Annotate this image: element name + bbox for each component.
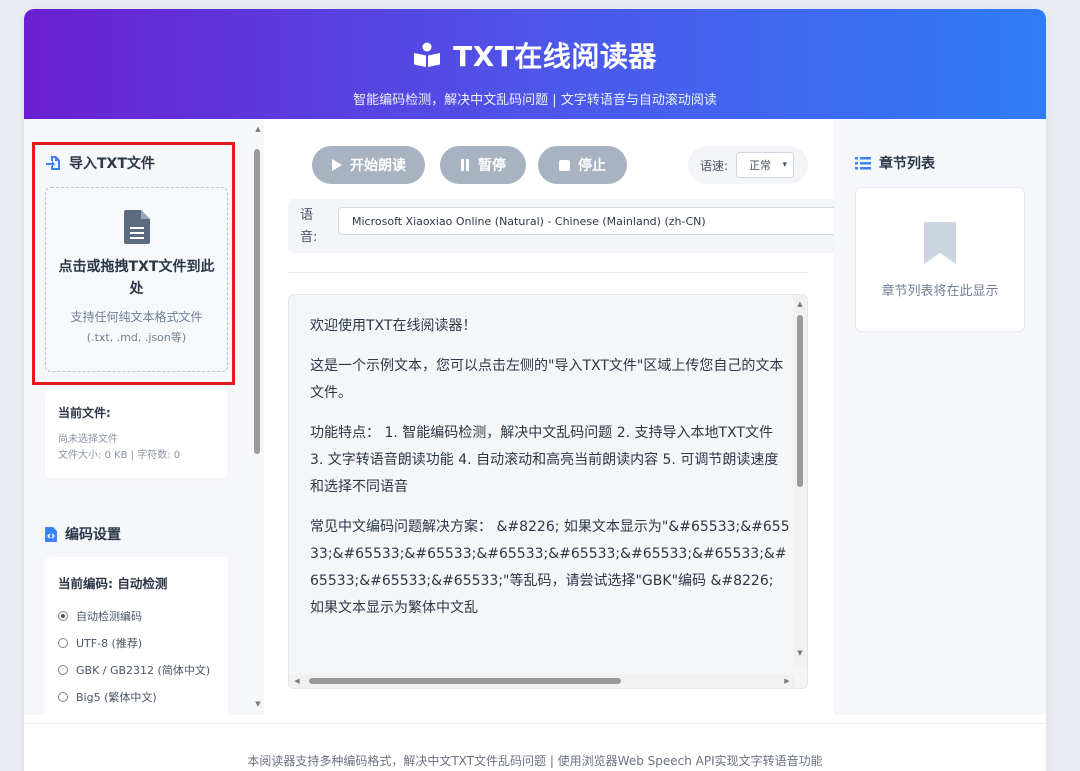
scroll-up-arrow-icon[interactable]: ▲ <box>794 298 806 310</box>
scroll-down-arrow-icon[interactable]: ▼ <box>794 647 806 659</box>
text-horizontal-scrollbar[interactable]: ◀ ▶ <box>289 674 795 688</box>
voice-label: 语音: <box>300 208 318 245</box>
speed-label: 语速: <box>700 158 729 173</box>
dropzone-hint: 支持任何纯文本格式文件 <box>70 310 203 324</box>
scroll-up-arrow-icon[interactable]: ▲ <box>252 123 264 135</box>
content-area: 导入TXT文件 点击或拖拽TXT文件到此处 支持任何纯文本格式文件 (.txt,… <box>24 119 1046 715</box>
book-reader-icon <box>414 42 441 67</box>
pause-icon <box>461 159 469 171</box>
stop-icon <box>559 159 570 171</box>
main-reader-area: 开始朗读 暂停 停止 语速: 正常 ▾ 语音: Microsoft Xiaoxi… <box>264 119 838 715</box>
scroll-left-arrow-icon[interactable]: ◀ <box>291 675 303 687</box>
current-file-info: 尚未选择文件 文件大小: 0 KB | 字符数: 0 <box>58 432 215 464</box>
sidebar-scrollbar[interactable]: ▲ ▼ <box>252 119 264 715</box>
speed-value: 正常 <box>749 159 772 172</box>
text-content: 欢迎使用TXT在线阅读器！ 这是一个示例文本，您可以点击左侧的"导入TXT文件"… <box>310 313 790 635</box>
list-icon <box>855 156 871 169</box>
scroll-down-arrow-icon[interactable]: ▼ <box>252 698 264 710</box>
import-section-title: 导入TXT文件 <box>45 153 155 173</box>
encoding-option-gbk[interactable]: GBK / GB2312 (简体中文) <box>58 656 215 683</box>
stop-button-label: 停止 <box>578 157 606 173</box>
text-display-panel: 欢迎使用TXT在线阅读器！ 这是一个示例文本，您可以点击左侧的"导入TXT文件"… <box>288 294 808 689</box>
page-subtitle: 智能编码检测，解决中文乱码问题 | 文字转语音与自动滚动阅读 <box>353 93 717 108</box>
text-vertical-scrollbar[interactable]: ▲ ▼ <box>793 295 807 665</box>
bookmark-icon <box>856 222 1024 268</box>
radio-button[interactable] <box>58 664 68 675</box>
chapter-list-card: 章节列表将在此显示 <box>855 187 1025 332</box>
encoding-option-label: GBK / GB2312 (简体中文) <box>76 663 211 677</box>
pause-button-label: 暂停 <box>478 157 506 173</box>
radio-button[interactable] <box>58 610 68 621</box>
sidebar-scroll-thumb[interactable] <box>254 149 260 454</box>
dropzone-formats: (.txt, .md, .json等) <box>86 331 187 344</box>
text-paragraph: 这是一个示例文本，您可以点击左侧的"导入TXT文件"区域上传您自己的文本文件。 <box>310 358 784 401</box>
chapter-empty-text: 章节列表将在此显示 <box>881 284 999 299</box>
chapter-sidebar: 章节列表 章节列表将在此显示 <box>834 119 1046 715</box>
text-vscroll-thumb[interactable] <box>797 315 803 487</box>
speed-control: 语速: 正常 ▾ <box>688 146 808 184</box>
file-stats: 文件大小: 0 KB | 字符数: 0 <box>58 450 181 461</box>
file-import-icon <box>46 156 60 170</box>
scroll-right-arrow-icon[interactable]: ▶ <box>781 675 793 687</box>
speed-select[interactable]: 正常 ▾ <box>736 152 795 178</box>
file-code-icon <box>45 526 57 542</box>
radio-button[interactable] <box>58 637 68 648</box>
footer-text: 本阅读器支持多种编码格式，解决中文TXT文件乱码问题 | 使用浏览器Web Sp… <box>247 754 823 768</box>
current-file-value: 尚未选择文件 <box>58 434 118 445</box>
radio-button[interactable] <box>58 691 68 702</box>
left-sidebar: 导入TXT文件 点击或拖拽TXT文件到此处 支持任何纯文本格式文件 (.txt,… <box>24 119 264 715</box>
app-window: TXT在线阅读器 智能编码检测，解决中文乱码问题 | 文字转语音与自动滚动阅读 … <box>24 9 1046 771</box>
pause-button[interactable]: 暂停 <box>440 146 526 184</box>
text-paragraph: 欢迎使用TXT在线阅读器！ <box>310 318 477 334</box>
current-file-label: 当前文件: <box>58 406 111 420</box>
encoding-section-title: 编码设置 <box>45 524 121 544</box>
encoding-option-label: UTF-8 (推荐) <box>76 636 143 650</box>
current-file-card: 当前文件: 尚未选择文件 文件大小: 0 KB | 字符数: 0 <box>45 389 228 478</box>
current-encoding-label: 当前编码: 自动检测 <box>58 576 168 591</box>
title-row: TXT在线阅读器 <box>24 9 1046 75</box>
header: TXT在线阅读器 智能编码检测，解决中文乱码问题 | 文字转语音与自动滚动阅读 <box>24 9 1046 119</box>
voice-value: Microsoft Xiaoxiao Online (Natural) - Ch… <box>352 214 706 228</box>
file-dropzone[interactable]: 点击或拖拽TXT文件到此处 支持任何纯文本格式文件 (.txt, .md, .j… <box>45 187 228 372</box>
encoding-option-label: 自动检测编码 <box>76 609 142 623</box>
encoding-option-label: Big5 (繁体中文) <box>76 690 157 704</box>
footer: 本阅读器支持多种编码格式，解决中文TXT文件乱码问题 | 使用浏览器Web Sp… <box>24 723 1046 771</box>
encoding-option-utf8[interactable]: UTF-8 (推荐) <box>58 629 215 656</box>
divider <box>288 272 808 273</box>
stop-button[interactable]: 停止 <box>538 146 627 184</box>
chapter-section-title: 章节列表 <box>855 153 935 173</box>
dropzone-main-text: 点击或拖拽TXT文件到此处 <box>58 259 215 297</box>
play-button-label: 开始朗读 <box>350 157 406 173</box>
encoding-option-big5[interactable]: Big5 (繁体中文) <box>58 683 215 710</box>
document-icon <box>46 210 227 248</box>
encoding-title-label: 编码设置 <box>65 527 121 543</box>
play-icon <box>332 159 342 171</box>
text-hscroll-thumb[interactable] <box>309 678 621 684</box>
chevron-down-icon: ▾ <box>782 160 788 170</box>
encoding-option-auto[interactable]: 自动检测编码 <box>58 602 215 629</box>
text-paragraph: 常见中文编码问题解决方案： &#8226; 如果文本显示为"&#65533;&#… <box>310 519 790 616</box>
voice-select[interactable]: Microsoft Xiaoxiao Online (Natural) - Ch… <box>338 207 838 235</box>
chapter-title-label: 章节列表 <box>879 156 935 172</box>
import-title-label: 导入TXT文件 <box>69 156 155 172</box>
encoding-card: 当前编码: 自动检测 自动检测编码 UTF-8 (推荐) GBK / GB231… <box>45 557 228 715</box>
play-button[interactable]: 开始朗读 <box>312 146 425 184</box>
voice-row: 语音: Microsoft Xiaoxiao Online (Natural) … <box>288 199 838 253</box>
text-paragraph: 功能特点： 1. 智能编码检测，解决中文乱码问题 2. 支持导入本地TXT文件 … <box>310 425 779 495</box>
page-title: TXT在线阅读器 <box>453 40 657 73</box>
